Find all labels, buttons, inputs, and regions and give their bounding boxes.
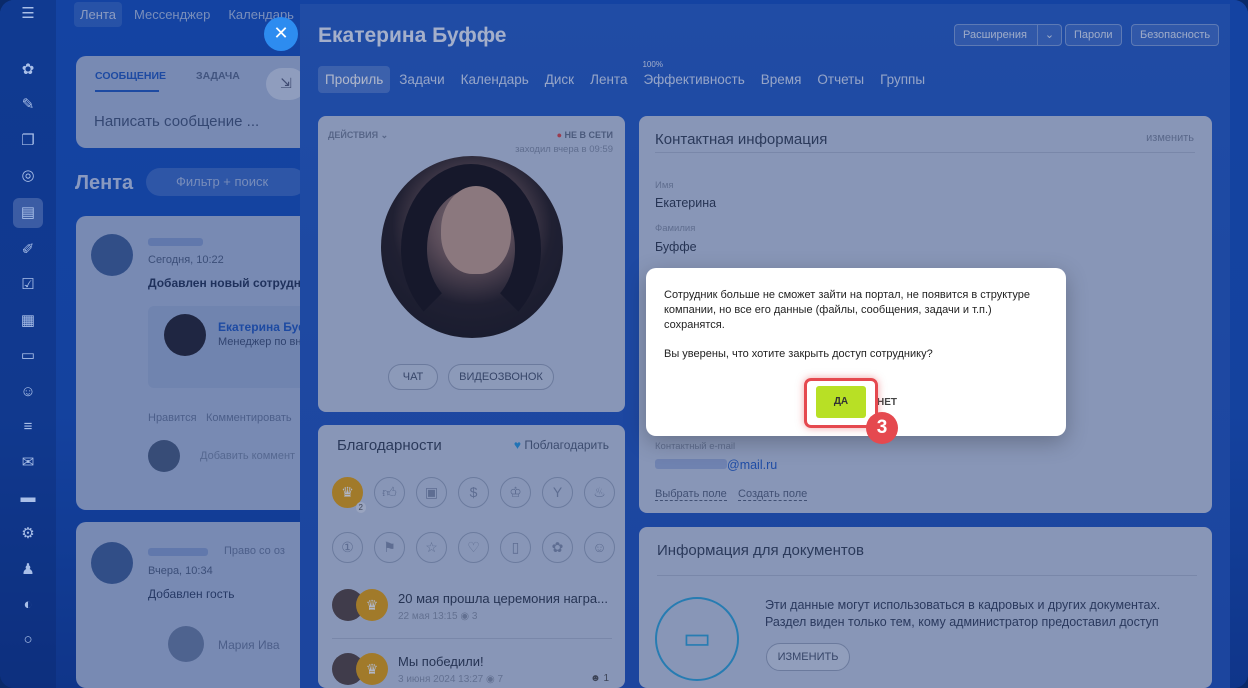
dialog-message: Сотрудник больше не сможет зайти на порт… xyxy=(664,289,1030,331)
contact-card-icon[interactable]: ▭ xyxy=(18,346,38,366)
help-icon[interactable]: ◎ xyxy=(18,166,38,186)
mail-icon[interactable]: ✉ xyxy=(18,453,38,473)
calendar-icon[interactable]: ▦ xyxy=(18,311,38,331)
card-icon[interactable]: ▬ xyxy=(18,488,38,508)
feed-icon[interactable]: ▤ xyxy=(13,198,43,228)
dialog-question: Вы уверены, что хотите закрыть доступ со… xyxy=(664,348,933,360)
bot-icon[interactable]: ☺ xyxy=(18,382,38,402)
step-marker: 3 xyxy=(866,412,898,444)
pen-icon[interactable]: ✐ xyxy=(18,240,38,260)
chat-icon[interactable]: ❐ xyxy=(18,131,38,151)
gear-icon[interactable]: ⚙ xyxy=(18,524,38,544)
filter-icon[interactable]: ≡ xyxy=(18,417,38,437)
tasks-icon[interactable]: ☑ xyxy=(18,275,38,295)
no-button[interactable]: НЕТ xyxy=(877,397,897,408)
edit-doc-icon[interactable]: ✎ xyxy=(18,95,38,115)
more-icon[interactable]: ○ xyxy=(18,630,38,650)
close-slider-button[interactable]: ✕ xyxy=(264,17,298,51)
users-icon[interactable]: ♟ xyxy=(18,560,38,580)
menu-icon[interactable]: ☰ xyxy=(18,4,38,24)
toggle-icon[interactable]: ◐ xyxy=(18,595,38,615)
app-window: ☰ ✿ ✎ ❐ ◎ ▤ ✐ ☑ ▦ ▭ ☺ ≡ ✉ ▬ ⚙ ♟ ◐ ○ Лент… xyxy=(0,0,1248,688)
left-rail: ☰ ✿ ✎ ❐ ◎ ▤ ✐ ☑ ▦ ▭ ☺ ≡ ✉ ▬ ⚙ ♟ ◐ ○ xyxy=(0,0,56,688)
settings-icon[interactable]: ✿ xyxy=(18,60,38,80)
